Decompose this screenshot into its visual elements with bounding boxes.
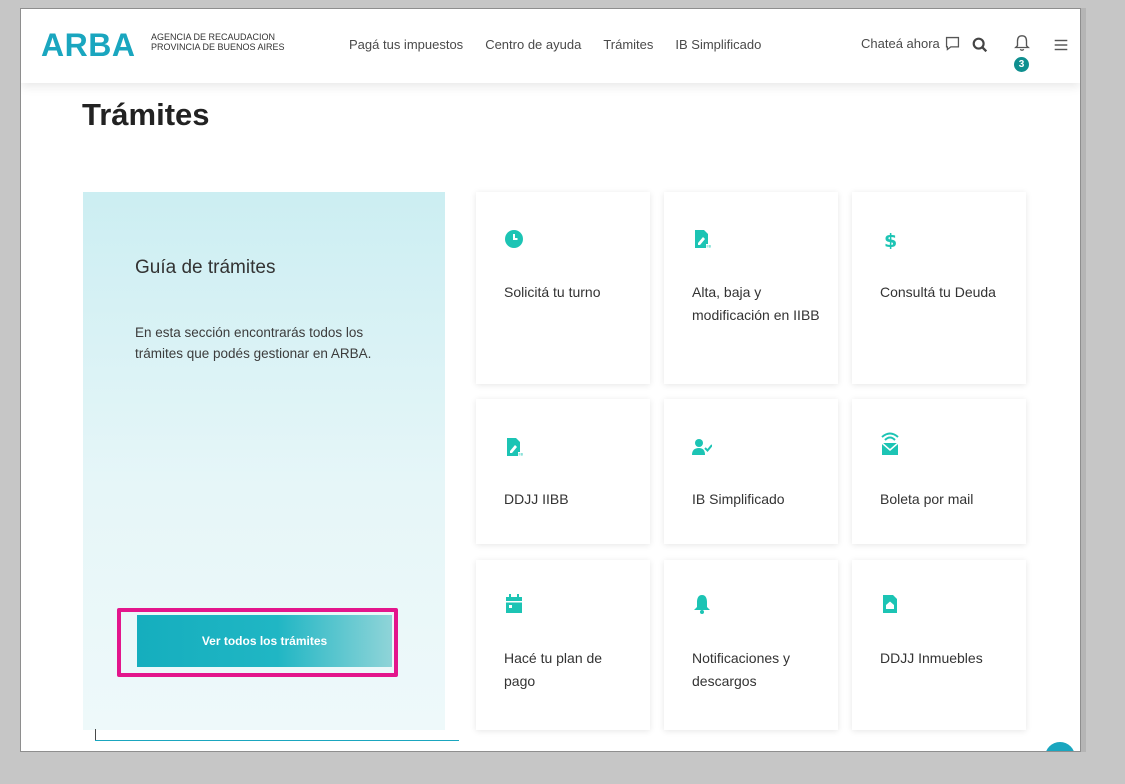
chat-label: Chateá ahora <box>861 36 940 51</box>
view-all-tramites-button[interactable]: Ver todos los trámites <box>137 615 392 667</box>
chat-bubble-icon <box>945 36 959 51</box>
window-shadow <box>1081 8 1086 752</box>
guide-panel: Guía de trámites En esta sección encontr… <box>83 192 445 730</box>
bell-outline-icon <box>1014 35 1030 51</box>
card-ddjj-iibb[interactable]: IIB DDJJ IIBB <box>476 399 650 544</box>
dollar-icon: $ <box>884 230 897 249</box>
logo-subtitle-line1: Agencia de Recaudacion <box>151 32 276 42</box>
floating-help-button[interactable] <box>1045 742 1075 751</box>
svg-text:$: $ <box>884 230 897 249</box>
card-label: Boleta por mail <box>880 491 974 507</box>
card-label: DDJJ IIBB <box>504 491 569 507</box>
arba-logo[interactable]: ARBA <box>41 27 135 64</box>
nav-item-paga-impuestos[interactable]: Pagá tus impuestos <box>349 37 463 52</box>
bell-icon <box>694 595 710 614</box>
page-title: Trámites <box>82 97 210 132</box>
main-nav: Pagá tus impuestos Centro de ayuda Trámi… <box>349 37 761 52</box>
card-plan-pago[interactable]: Hacé tu plan de pago <box>476 560 650 730</box>
nav-item-centro-ayuda[interactable]: Centro de ayuda <box>485 37 581 52</box>
panel-divider-line <box>95 740 459 743</box>
document-edit-icon: IIB <box>695 230 712 249</box>
card-label: Alta, baja y modificación en IIBB <box>692 284 820 323</box>
card-label: DDJJ Inmuebles <box>880 650 983 666</box>
mail-wifi-icon <box>881 432 899 455</box>
user-check-icon <box>692 439 712 455</box>
card-label: Consultá tu Deuda <box>880 284 996 300</box>
browser-window: ARBA Agencia de Recaudacion Provincia de… <box>20 8 1081 752</box>
card-ib-simplificado[interactable]: IB Simplificado <box>664 399 838 544</box>
card-label: Solicitá tu turno <box>504 284 601 300</box>
card-label: Notificaciones y descargos <box>692 650 791 689</box>
home-document-icon <box>883 595 897 613</box>
logo-subtitle-line2: Provincia de Buenos Aires <box>151 42 285 52</box>
card-label: Hacé tu plan de pago <box>504 650 603 689</box>
card-alta-baja-iibb[interactable]: IIB Alta, baja y modificación en IIBB <box>664 192 838 384</box>
clock-icon <box>505 230 523 248</box>
guide-description: En esta sección encontrarás todos los tr… <box>135 325 372 361</box>
notification-badge: 3 <box>1014 57 1029 72</box>
logo-subtitle: Agencia de Recaudacion Provincia de Buen… <box>151 32 285 52</box>
card-consulta-deuda[interactable]: $ Consultá tu Deuda <box>852 192 1026 384</box>
card-solicita-turno[interactable]: Solicitá tu turno <box>476 192 650 384</box>
card-boleta-mail[interactable]: Boleta por mail <box>852 399 1026 544</box>
site-header: ARBA Agencia de Recaudacion Provincia de… <box>21 9 1080 83</box>
notifications-button[interactable]: 3 <box>1011 33 1033 75</box>
card-notificaciones[interactable]: Notificaciones y descargos <box>664 560 838 730</box>
guide-title: Guía de trámites <box>135 257 276 278</box>
nav-item-tramites[interactable]: Trámites <box>603 37 653 52</box>
hamburger-menu-icon[interactable] <box>1052 36 1070 54</box>
svg-text:IIB: IIB <box>519 453 524 457</box>
card-label: IB Simplificado <box>692 491 785 507</box>
chat-link[interactable]: Chateá ahora <box>861 35 961 52</box>
calendar-icon <box>506 594 522 613</box>
nav-item-ib-simplificado[interactable]: IB Simplificado <box>675 37 761 52</box>
document-edit-icon: IIB <box>507 438 524 457</box>
card-ddjj-inmuebles[interactable]: DDJJ Inmuebles <box>852 560 1026 730</box>
search-icon[interactable] <box>971 36 989 54</box>
svg-text:IIB: IIB <box>707 245 712 249</box>
